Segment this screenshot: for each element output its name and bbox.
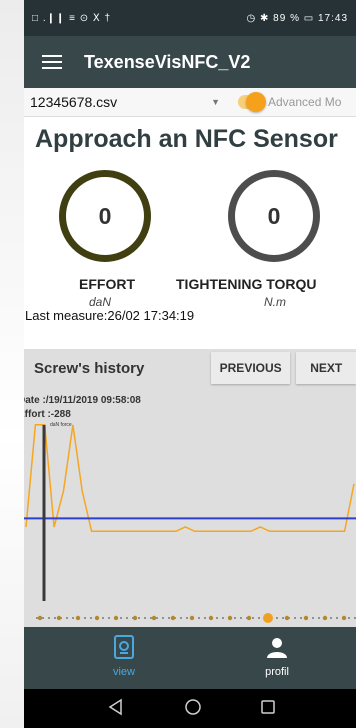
timeline-point[interactable] — [322, 615, 328, 621]
nav-view[interactable]: view — [94, 635, 154, 678]
view-icon — [114, 635, 134, 659]
timeline-point[interactable] — [246, 615, 252, 621]
menu-icon[interactable] — [24, 36, 80, 88]
timeline-point[interactable] — [208, 615, 214, 621]
nav-profil[interactable]: profil — [247, 635, 307, 678]
timeline-selected-point[interactable] — [263, 613, 273, 623]
series-label: daN force — [50, 422, 72, 428]
timeline-point[interactable] — [94, 615, 100, 621]
advanced-mode-label: Advanced Mo — [268, 95, 342, 109]
timeline-point[interactable] — [170, 615, 176, 621]
effort-label: EFFORT — [79, 276, 135, 292]
history-header: Screw's history PREVIOUS NEXT — [24, 349, 356, 387]
history-chart[interactable]: Date :/19/11/2019 09:58:08 Effort :-288 … — [24, 391, 356, 627]
torque-label: TIGHTENING TORQU — [176, 276, 317, 292]
timeline-point[interactable] — [151, 615, 157, 621]
status-icons-right: ◷ ✱ 89 % ▭ 17:43 — [246, 12, 348, 24]
series-line-0 — [25, 424, 355, 533]
chart-canvas — [24, 424, 356, 623]
timeline-point[interactable] — [56, 615, 62, 621]
profile-icon — [267, 638, 287, 658]
torque-gauge: 0 — [228, 170, 320, 262]
timeline-point[interactable] — [341, 615, 347, 621]
back-triangle-icon[interactable] — [107, 698, 123, 721]
page-title: Approach an NFC Sensor — [35, 125, 338, 153]
measure-effort: Effort :-288 — [24, 409, 71, 420]
previous-button[interactable]: PREVIOUS — [210, 352, 291, 384]
timeline-point[interactable] — [303, 615, 309, 621]
system-nav-bar — [24, 689, 356, 728]
toggle-knob — [246, 92, 266, 112]
gauges-panel: 0 EFFORT daN 0 TIGHTENING TORQU N.m — [24, 154, 356, 314]
timeline-point[interactable] — [189, 615, 195, 621]
recents-square-icon[interactable] — [260, 698, 276, 721]
timeline-point[interactable] — [227, 615, 233, 621]
timeline-point[interactable] — [132, 615, 138, 621]
timeline-point[interactable] — [113, 615, 119, 621]
timeline-point[interactable] — [75, 615, 81, 621]
effort-gauge: 0 — [59, 170, 151, 262]
history-panel: Screw's history PREVIOUS NEXT Date :/19/… — [24, 349, 356, 627]
status-bar: □ .❙❙ ≡ ⊙ Ⅹ † ◷ ✱ 89 % ▭ 17:43 — [24, 0, 356, 36]
bottom-nav: view profil — [24, 627, 356, 689]
nav-profil-label: profil — [265, 666, 289, 678]
measure-date: Date :/19/11/2019 09:58:08 — [24, 395, 141, 406]
timeline-point[interactable] — [37, 615, 43, 621]
file-name: 12345678.csv — [30, 94, 118, 110]
status-icons-left: □ .❙❙ ≡ ⊙ Ⅹ † — [32, 12, 112, 24]
effort-unit: daN — [89, 295, 112, 309]
advanced-mode-toggle[interactable] — [238, 92, 266, 112]
dropdown-arrow-icon: ▼ — [211, 97, 220, 107]
torque-unit: N.m — [264, 295, 286, 309]
nav-view-label: view — [112, 666, 135, 678]
background-strip — [0, 0, 24, 728]
phone-screen: □ .❙❙ ≡ ⊙ Ⅹ † ◷ ✱ 89 % ▭ 17:43 TexenseVi… — [24, 0, 356, 728]
app-title: TexenseVisNFC_V2 — [84, 51, 251, 72]
home-circle-icon[interactable] — [184, 698, 202, 721]
file-dropdown[interactable]: 12345678.csv ▼ — [24, 94, 238, 110]
next-button[interactable]: NEXT — [296, 352, 356, 384]
selector-row: 12345678.csv ▼ Advanced Mo — [24, 88, 356, 117]
timeline-point[interactable] — [284, 615, 290, 621]
effort-value: 0 — [98, 202, 112, 229]
app-bar: TexenseVisNFC_V2 — [24, 36, 356, 88]
history-title: Screw's history — [34, 359, 145, 377]
torque-value: 0 — [267, 202, 281, 229]
